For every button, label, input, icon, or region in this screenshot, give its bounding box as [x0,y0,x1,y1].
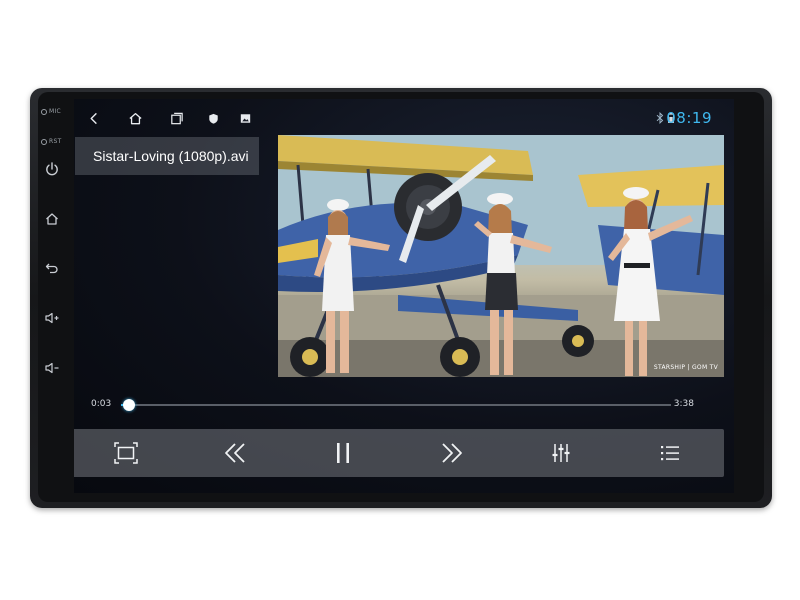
video-watermark: STARSHIP | GOM TV [653,364,718,371]
video-picture [278,135,724,377]
seek-bar-thumb[interactable] [122,399,135,411]
equalizer-button[interactable] [547,439,575,467]
side-volume-down-button[interactable] [42,358,62,378]
rst-label[interactable]: RST [41,138,62,145]
aspect-ratio-button[interactable] [112,439,140,467]
fast-forward-button[interactable] [438,439,466,467]
video-frame[interactable]: STARSHIP | GOM TV [278,135,724,377]
back-icon [90,112,97,124]
side-bezel: MIC RST [30,88,74,508]
total-time: 3:38 [673,399,694,409]
video-file-name: Sistar-Loving (1080p).avi [75,137,259,175]
shield-icon [208,113,218,124]
mic-hole-icon [41,108,47,115]
seek-bar[interactable] [121,399,671,411]
rewind-button[interactable] [221,439,249,467]
equalizer-icon [552,444,570,462]
playlist-button[interactable] [656,439,684,467]
aspect-ratio-icon [114,442,138,464]
back-icon [45,263,58,274]
home-icon [46,213,58,225]
pause-button[interactable] [329,439,357,467]
nav-screenshot-button[interactable] [237,110,253,126]
reset-hole-icon [41,138,47,145]
playback-controls [74,429,724,477]
stage: MIC RST 08:19 Sistar-Loving (1080p).avi … [0,0,800,600]
screen: 08:19 Sistar-Loving (1080p).avi STARSHIP… [74,99,734,493]
pause-icon [337,443,349,463]
nav-shield-button[interactable] [205,110,221,126]
mic-label-text: MIC [49,108,62,115]
side-power-button[interactable] [42,159,62,179]
side-home-button[interactable] [42,209,62,229]
bluetooth-icon [656,112,664,124]
rewind-icon [225,443,245,463]
volume-up-icon [45,312,59,324]
current-time: 0:03 [91,399,112,409]
nav-home-button[interactable] [127,110,143,126]
playlist-icon [661,446,679,461]
recents-icon [170,112,183,124]
side-back-button[interactable] [42,258,62,278]
mic-label: MIC [41,108,61,115]
rst-label-text: RST [49,138,62,145]
home-icon [128,112,142,124]
image-icon [240,113,250,123]
status-bar: 08:19 [74,99,734,135]
status-clock: 08:19 [666,109,712,127]
nav-recents-button[interactable] [168,110,184,126]
nav-back-button[interactable] [86,110,102,126]
power-icon [46,162,58,176]
side-volume-up-button[interactable] [42,308,62,328]
fast-forward-icon [442,443,462,463]
volume-down-icon [45,362,59,374]
